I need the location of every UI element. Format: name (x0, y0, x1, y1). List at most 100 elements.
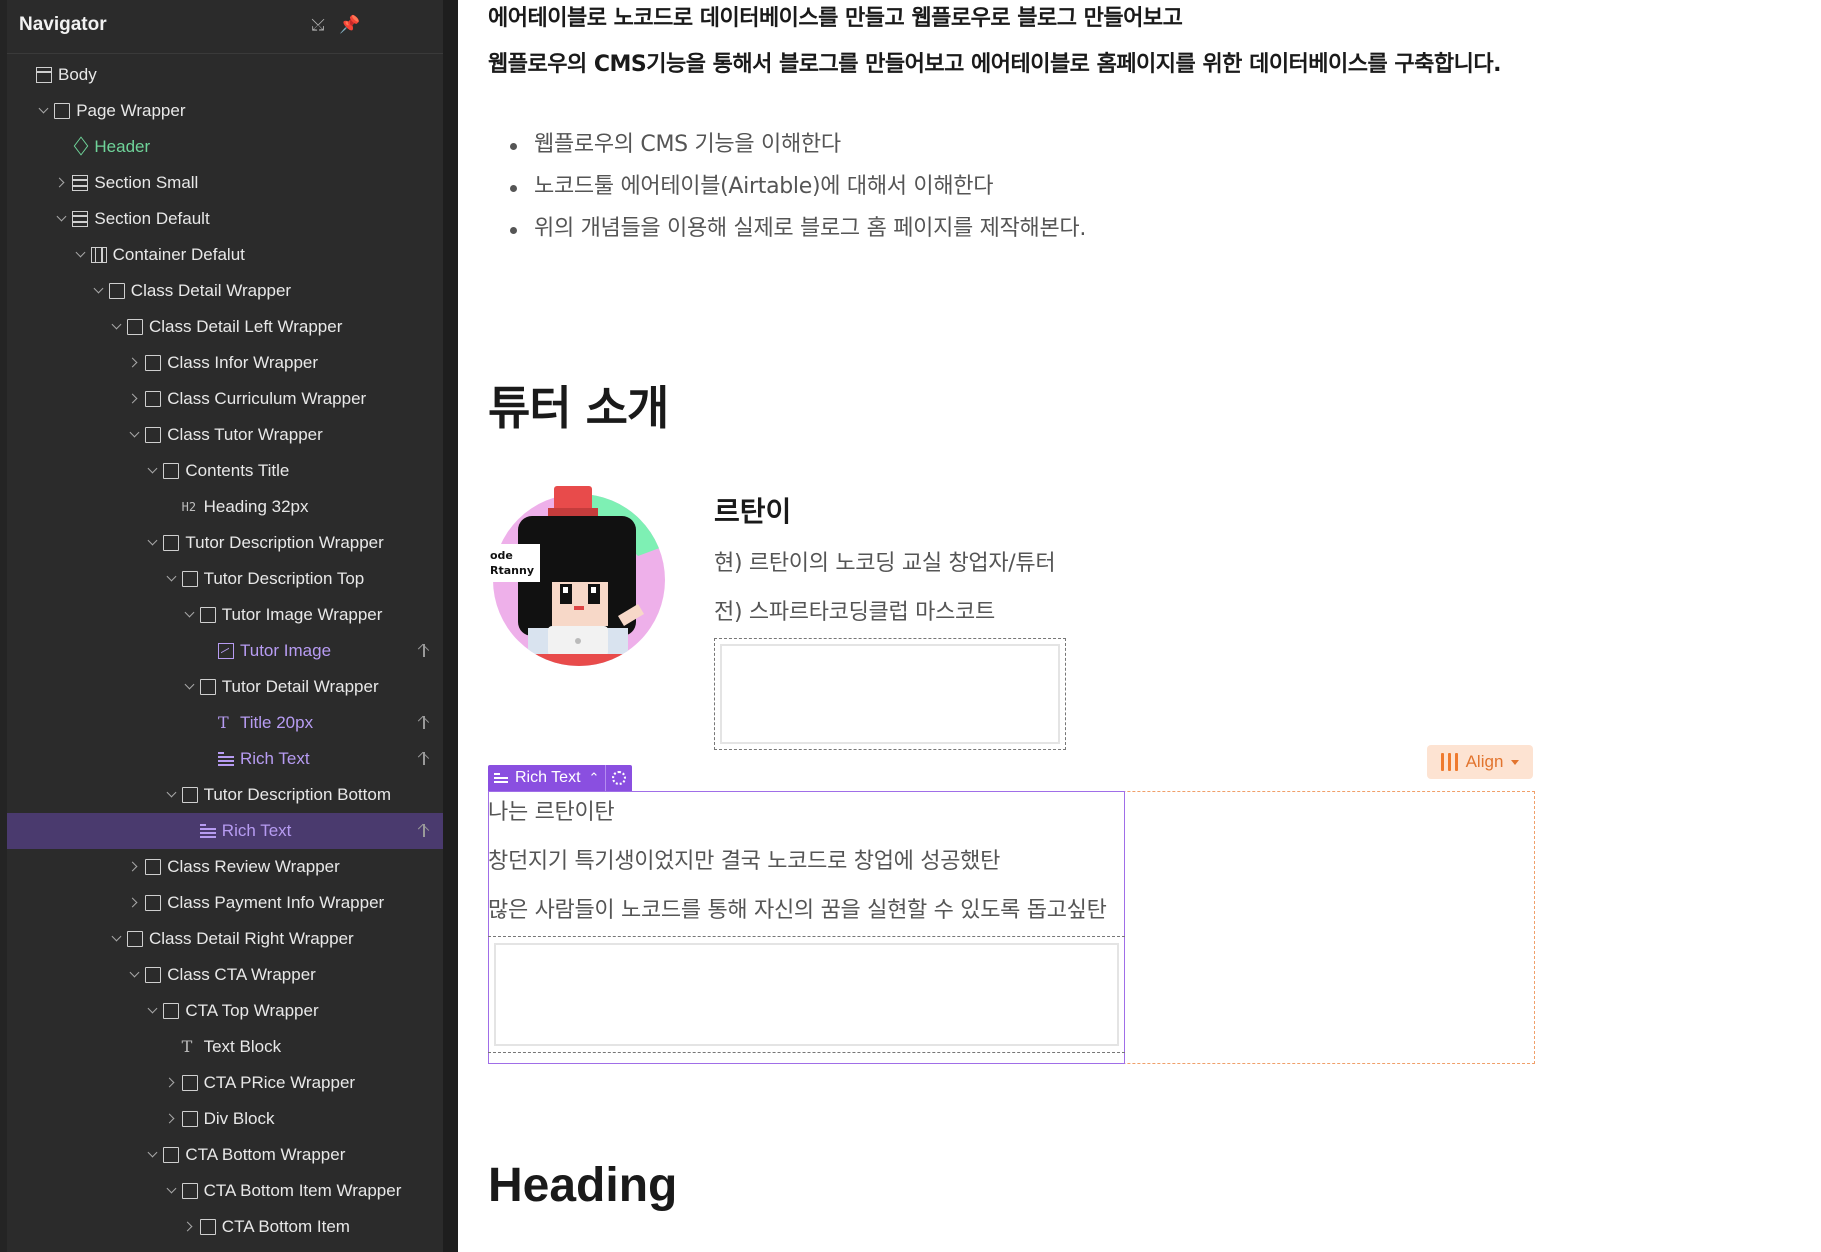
navigator-item[interactable]: CTA Bottom Wrapper (7, 1137, 443, 1173)
box-icon (145, 355, 162, 371)
collapse-icon[interactable]: ⤩ (307, 14, 329, 36)
settings-button[interactable] (605, 765, 632, 791)
navigator-item[interactable]: Tutor Description Bottom (7, 777, 443, 813)
pin-icon[interactable] (417, 643, 431, 659)
chevron-down-icon[interactable] (146, 535, 160, 549)
rich-text-icon (199, 823, 216, 839)
chevron-down-icon[interactable] (183, 679, 197, 693)
navigator-item[interactable]: Class Curriculum Wrapper (7, 381, 443, 417)
align-button-label: Align (1465, 752, 1504, 771)
rich-text-paragraph[interactable]: 많은 사람들이 노코드를 통해 자신의 꿈을 실현할 수 있도록 돕고싶탄 (488, 892, 1107, 924)
navigator-item[interactable]: Tutor Detail Wrapper (7, 669, 443, 705)
navigator-item[interactable]: CTA Bottom Item Wrapper (7, 1173, 443, 1209)
navigator-item[interactable]: Rich Text (7, 741, 443, 777)
navigator-item[interactable]: Container Defalut (7, 237, 443, 273)
navigator-item-label: Tutor Image Wrapper (221, 605, 383, 624)
empty-rich-text-block[interactable] (714, 638, 1066, 750)
navigator-item[interactable]: Page Wrapper (7, 93, 443, 129)
chevron-right-icon[interactable] (128, 859, 142, 873)
navigator-item-label: Class Detail Right Wrapper (149, 929, 354, 948)
box-icon (163, 1147, 180, 1163)
chevron-down-icon[interactable] (55, 211, 69, 225)
rich-text-label[interactable]: Rich Text ⌃ (488, 765, 605, 791)
heading: Heading (488, 1159, 678, 1212)
component-icon (72, 138, 90, 156)
chevron-down-icon[interactable] (92, 283, 106, 297)
navigator-item[interactable]: Div Block (7, 1101, 443, 1137)
designer-canvas[interactable]: 에어테이블로 노코드로 데이터베이스를 만들고 웹플로우로 블로그 만들어보고 … (458, 0, 1821, 1252)
navigator-item[interactable]: Class Payment Info Wrapper (7, 885, 443, 921)
chevron-right-icon[interactable] (128, 391, 142, 405)
box-icon (145, 427, 162, 443)
tutor-avatar-image[interactable]: ode Rtanny (488, 486, 670, 668)
chevron-down-icon[interactable] (74, 247, 88, 261)
box-icon (199, 1219, 216, 1235)
navigator-item-label: Contents Title (185, 461, 290, 480)
chevron-down-icon[interactable] (165, 787, 179, 801)
box-icon (108, 283, 125, 299)
navigator-item[interactable]: H2 Heading 32px (7, 489, 443, 525)
navigator-item[interactable]: Tutor Description Wrapper (7, 525, 443, 561)
chevron-right-icon[interactable] (183, 1219, 197, 1233)
navigator-item[interactable]: CTA PRice Wrapper (7, 1065, 443, 1101)
navigator-item[interactable]: Class Detail Left Wrapper (7, 309, 443, 345)
gear-icon (612, 771, 627, 785)
chevron-down-icon[interactable] (128, 967, 142, 981)
navigator-item[interactable]: Contents Title (7, 453, 443, 489)
navigator-item-label: Div Block (203, 1109, 275, 1128)
rich-text-badge-label: Rich Text (515, 769, 581, 786)
chevron-right-icon[interactable] (165, 1075, 179, 1089)
navigator-item[interactable]: Header (7, 129, 443, 165)
chevron-down-icon[interactable] (110, 319, 124, 333)
chevron-down-icon[interactable] (128, 427, 142, 441)
box-icon (181, 787, 198, 803)
navigator-item[interactable]: Section Default (7, 201, 443, 237)
container-icon (90, 247, 107, 263)
chevron-right-icon[interactable] (165, 1111, 179, 1125)
box-icon (145, 391, 162, 407)
navigator-item[interactable]: Tutor Image (7, 633, 443, 669)
navigator-item[interactable]: Rich Text (7, 813, 443, 849)
chevron-down-icon[interactable] (146, 1003, 160, 1017)
chevron-down-icon[interactable] (37, 103, 51, 117)
chevron-down-icon[interactable] (146, 463, 160, 477)
navigator-item[interactable]: Class Infor Wrapper (7, 345, 443, 381)
rich-text-paragraph[interactable]: 나는 르탄이탄 (488, 794, 615, 826)
navigator-item[interactable]: Body (7, 57, 443, 93)
chevron-down-icon[interactable] (165, 1183, 179, 1197)
navigator-item[interactable]: CTA Bottom Item (7, 1209, 443, 1245)
chevron-down-icon[interactable] (183, 607, 197, 621)
navigator-item[interactable]: Class Detail Wrapper (7, 273, 443, 309)
navigator-item[interactable]: CTA Top Wrapper (7, 993, 443, 1029)
section-icon (72, 175, 89, 191)
chevron-down-icon[interactable] (165, 571, 179, 585)
pin-icon[interactable]: 📌 (339, 14, 361, 36)
rich-text-paragraph[interactable]: 창던지기 특기생이었지만 결국 노코드로 창업에 성공했탄 (488, 843, 1000, 875)
align-button[interactable]: Align (1427, 745, 1533, 779)
rich-text-selection-badge[interactable]: Rich Text ⌃ (488, 765, 633, 791)
navigator-item[interactable]: Tutor Description Top (7, 561, 443, 597)
empty-block[interactable] (488, 936, 1125, 1053)
chevron-right-icon[interactable] (128, 895, 142, 909)
navigator-item[interactable]: T Text Block (7, 1029, 443, 1065)
navigator-item[interactable]: Tutor Image Wrapper (7, 597, 443, 633)
chevron-right-icon[interactable] (55, 175, 69, 189)
chevron-down-icon[interactable] (110, 931, 124, 945)
body-icon (36, 67, 52, 83)
box-icon (127, 319, 143, 335)
pin-icon[interactable] (417, 715, 431, 731)
tutor-section-heading: 튜터 소개 (488, 381, 669, 435)
navigator-item[interactable]: Section Small (7, 165, 443, 201)
navigator-item[interactable]: Class Tutor Wrapper (7, 417, 443, 453)
pin-icon[interactable]: ⌃ (589, 770, 600, 786)
box-icon (145, 895, 162, 911)
pin-icon[interactable] (417, 823, 431, 839)
navigator-item[interactable]: T Title 20px (7, 705, 443, 741)
chevron-down-icon[interactable] (146, 1147, 160, 1161)
pin-icon[interactable] (417, 751, 431, 767)
navigator-item[interactable]: Class CTA Wrapper (7, 957, 443, 993)
navigator-item[interactable]: Class Detail Right Wrapper (7, 921, 443, 957)
tutor-current-role: 현) 르탄이의 노코딩 교실 창업자/튜터 (714, 551, 1056, 576)
navigator-item[interactable]: Class Review Wrapper (7, 849, 443, 885)
chevron-right-icon[interactable] (128, 355, 142, 369)
